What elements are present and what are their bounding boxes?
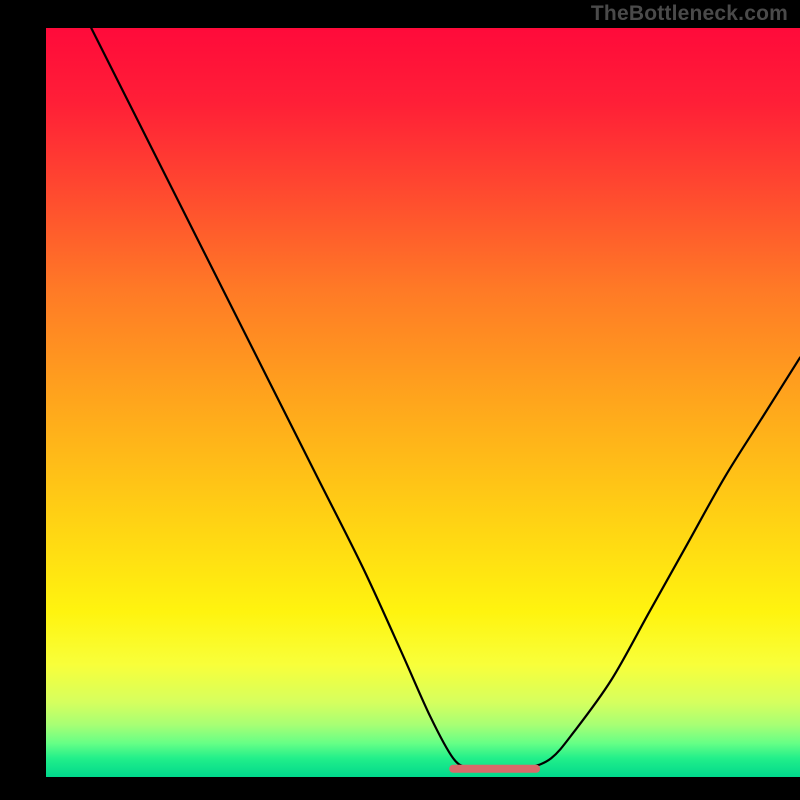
chart-container: TheBottleneck.com xyxy=(0,0,800,800)
bottleneck-chart xyxy=(0,0,800,800)
watermark-text: TheBottleneck.com xyxy=(591,2,788,26)
gradient-background xyxy=(46,28,800,777)
